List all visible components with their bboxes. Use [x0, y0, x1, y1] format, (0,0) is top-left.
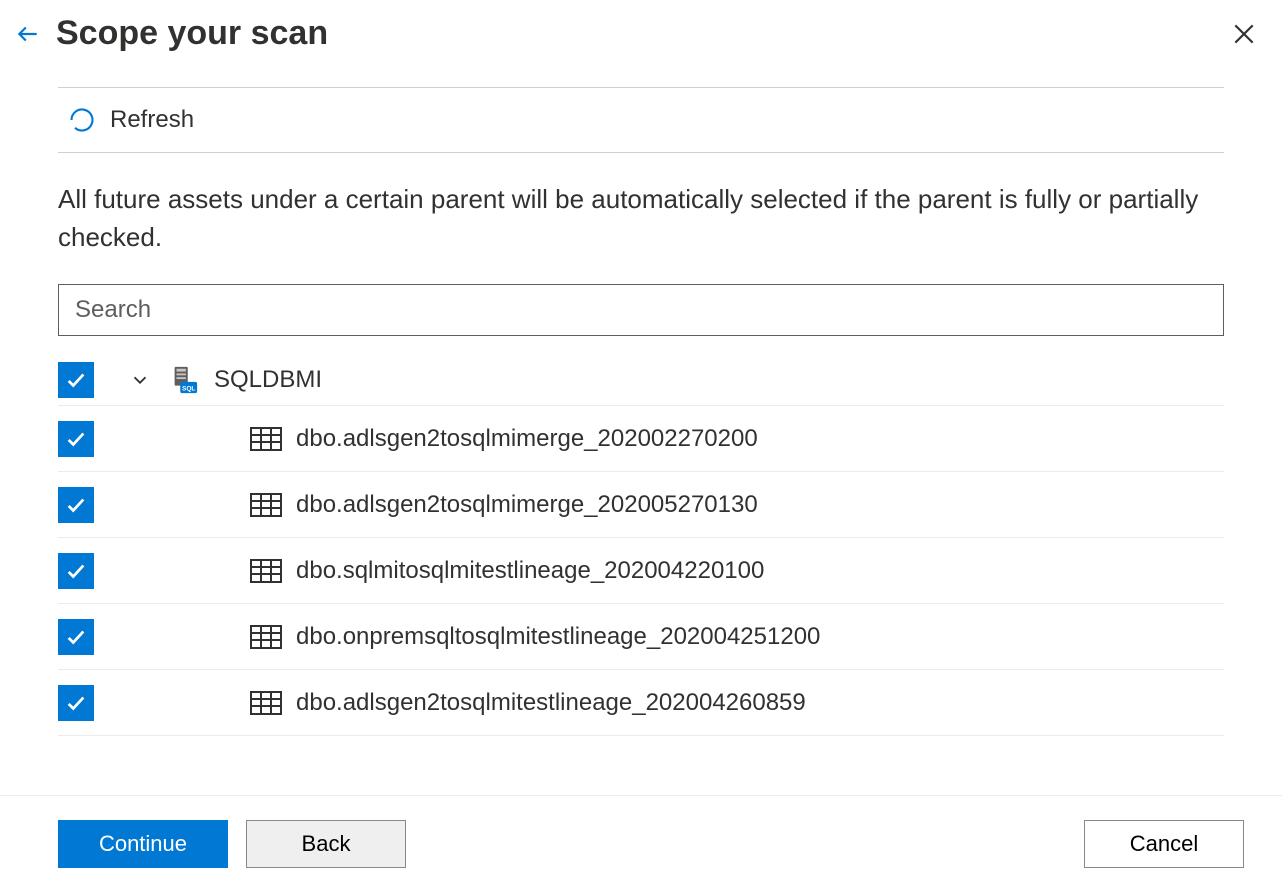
search-input[interactable] [75, 296, 1207, 324]
tree-child-label: dbo.adlsgen2tosqlmitestlineage_202004260… [296, 689, 806, 717]
tree-child-row[interactable]: dbo.adlsgen2tosqlmimerge_202002270200 [58, 406, 1224, 472]
checkbox[interactable] [58, 553, 94, 589]
search-box[interactable] [58, 284, 1224, 336]
table-icon [250, 558, 282, 584]
cancel-button[interactable]: Cancel [1084, 820, 1244, 868]
tree-child-row[interactable]: dbo.adlsgen2tosqlmimerge_202005270130 [58, 472, 1224, 538]
page-title: Scope your scan [56, 14, 1226, 53]
checkbox[interactable] [58, 685, 94, 721]
refresh-button[interactable]: Refresh [68, 106, 194, 134]
chevron-down-icon[interactable] [120, 369, 160, 391]
tree-child-label: dbo.onpremsqltosqlmitestlineage_20200425… [296, 623, 820, 651]
table-icon [250, 492, 282, 518]
checkbox[interactable] [58, 487, 94, 523]
continue-button[interactable]: Continue [58, 820, 228, 868]
tree-root-row[interactable]: SQL SQLDBMI [58, 354, 1224, 406]
tree-child-label: dbo.adlsgen2tosqlmimerge_202005270130 [296, 491, 758, 519]
close-button[interactable] [1226, 16, 1262, 52]
back-button[interactable]: Back [246, 820, 406, 868]
refresh-icon [68, 106, 96, 134]
back-arrow-icon[interactable] [14, 20, 42, 48]
description-text: All future assets under a certain parent… [58, 181, 1224, 256]
tree-root-label: SQLDBMI [214, 366, 322, 394]
tree-child-label: dbo.sqlmitosqlmitestlineage_202004220100 [296, 557, 764, 585]
sql-server-icon: SQL [168, 364, 200, 396]
tree-child-row[interactable]: dbo.adlsgen2tosqlmitestlineage_202004260… [58, 670, 1224, 736]
tree-child-row[interactable]: dbo.onpremsqltosqlmitestlineage_20200425… [58, 604, 1224, 670]
tree-child-label: dbo.adlsgen2tosqlmimerge_202002270200 [296, 425, 758, 453]
svg-text:SQL: SQL [182, 385, 195, 392]
table-icon [250, 426, 282, 452]
asset-tree: SQL SQLDBMI dbo.adlsgen2tosqlmimerge_202… [58, 354, 1224, 736]
checkbox[interactable] [58, 362, 94, 398]
refresh-label: Refresh [110, 106, 194, 134]
tree-child-row[interactable]: dbo.sqlmitosqlmitestlineage_202004220100 [58, 538, 1224, 604]
checkbox[interactable] [58, 619, 94, 655]
table-icon [250, 624, 282, 650]
table-icon [250, 690, 282, 716]
checkbox[interactable] [58, 421, 94, 457]
